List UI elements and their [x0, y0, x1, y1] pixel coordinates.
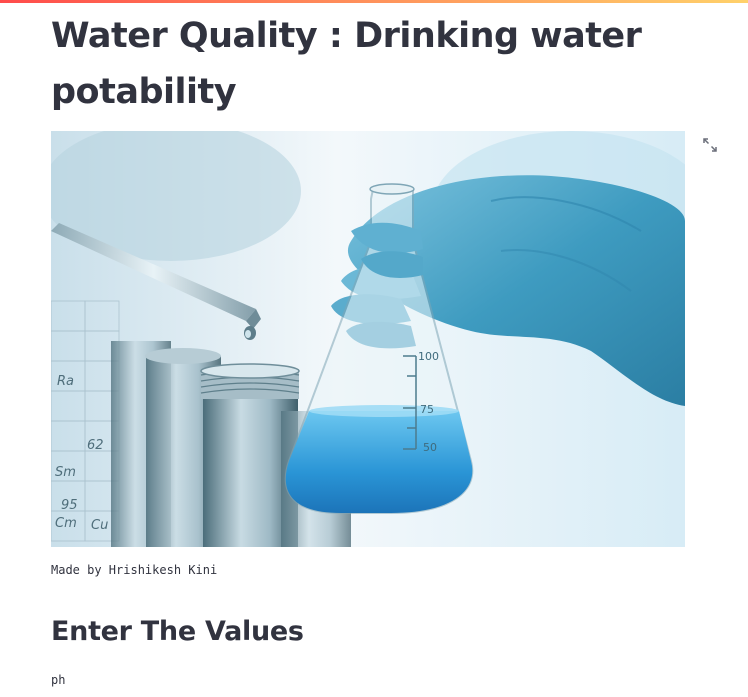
- flask-mark: 100: [418, 350, 439, 363]
- periodic-label: Cu: [91, 518, 108, 533]
- expand-icon[interactable]: [701, 136, 719, 154]
- flask-mark: 50: [423, 441, 437, 454]
- periodic-label: Cm: [55, 516, 77, 531]
- section-subheader: Enter The Values: [51, 616, 304, 647]
- page-title: Water Quality : Drinking water potabilit…: [51, 16, 642, 112]
- periodic-label: 62: [87, 438, 104, 453]
- periodic-label: Sm: [55, 465, 76, 480]
- periodic-label: 95: [61, 498, 78, 513]
- lab-image: Sm 95 62 Cm Ra Cu 100 75 50: [51, 131, 685, 547]
- lab-flask-photo: Sm 95 62 Cm Ra Cu 100 75 50: [51, 131, 685, 547]
- image-caption: Made by Hrishikesh Kini: [51, 563, 218, 577]
- app-header-decoration: [0, 0, 748, 3]
- periodic-label: Ra: [57, 374, 74, 389]
- ph-input-label: ph: [51, 673, 66, 687]
- expand-icon-glyph: [703, 138, 717, 152]
- flask-mark: 75: [420, 403, 434, 416]
